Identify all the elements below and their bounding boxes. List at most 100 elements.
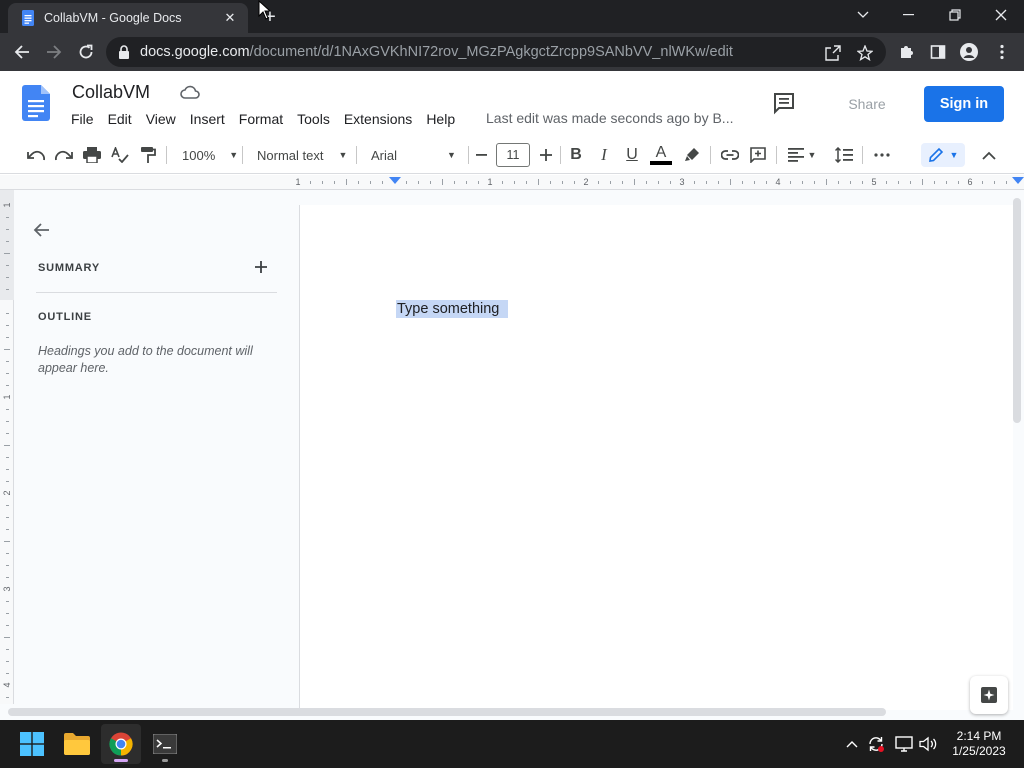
terminal-taskbar-button[interactable]	[145, 724, 185, 764]
vertical-ruler[interactable]: 1 1 2 3 4	[0, 190, 14, 704]
menu-tools[interactable]: Tools	[290, 109, 337, 129]
file-explorer-button[interactable]	[57, 724, 97, 764]
vertical-scrollbar[interactable]	[1013, 198, 1021, 423]
font-family-select[interactable]: Arial ▼	[371, 145, 456, 165]
ruler-tick	[418, 181, 419, 184]
underline-icon[interactable]: U	[620, 143, 644, 167]
undo-icon[interactable]	[24, 143, 48, 167]
vruler-tick	[6, 289, 9, 290]
ruler-tick	[898, 181, 899, 184]
font-size-input[interactable]: 11	[496, 143, 530, 167]
horizontal-ruler[interactable]: 1 1 2 3 4 5 6	[0, 175, 1024, 190]
bookmark-star-icon[interactable]	[856, 44, 874, 62]
increase-font-size-icon[interactable]	[534, 143, 558, 167]
menu-view[interactable]: View	[139, 109, 183, 129]
collapse-toolbar-chevron-icon[interactable]	[977, 143, 1001, 167]
zoom-select[interactable]: 100% ▼	[182, 145, 238, 165]
kebab-menu-icon[interactable]	[988, 38, 1016, 66]
document-page[interactable]: Type something	[299, 205, 1013, 710]
start-button[interactable]	[12, 724, 52, 764]
italic-icon[interactable]: I	[592, 143, 616, 167]
ruler-tick	[730, 179, 731, 185]
share-button[interactable]: Share	[818, 87, 916, 121]
comments-icon[interactable]	[772, 91, 796, 115]
side-panel-icon[interactable]	[924, 38, 952, 66]
toolbar-divider	[242, 146, 243, 164]
document-title[interactable]: CollabVM	[72, 82, 150, 103]
close-window-icon[interactable]	[978, 0, 1024, 30]
vruler-tick	[6, 673, 9, 674]
explore-button[interactable]	[970, 676, 1008, 714]
selected-body-text[interactable]: Type something	[396, 300, 509, 318]
redo-icon[interactable]	[52, 143, 76, 167]
left-indent-marker-icon	[389, 177, 401, 184]
last-edit-link[interactable]: Last edit was made seconds ago by B...	[486, 110, 733, 126]
restore-icon[interactable]	[932, 0, 978, 30]
extensions-puzzle-icon[interactable]	[892, 38, 920, 66]
mouse-cursor-icon	[258, 0, 272, 20]
chrome-taskbar-button[interactable]	[101, 724, 141, 764]
sign-in-button[interactable]: Sign in	[924, 86, 1004, 122]
more-options-icon[interactable]	[870, 143, 894, 167]
decrease-font-size-icon[interactable]	[470, 143, 494, 167]
menu-extensions[interactable]: Extensions	[337, 109, 419, 129]
lock-icon[interactable]	[118, 45, 130, 59]
add-summary-plus-icon[interactable]	[252, 258, 270, 276]
horizontal-scrollbar[interactable]	[8, 708, 886, 716]
ruler-tick	[658, 181, 659, 184]
tab-search-icon[interactable]	[840, 0, 886, 30]
url-input[interactable]: docs.google.com/document/d/1NAxGVKhNI72r…	[106, 37, 886, 67]
ruler-tick	[514, 181, 515, 184]
close-outline-arrow-icon[interactable]	[30, 218, 54, 242]
editing-mode-button[interactable]: ▼	[921, 143, 965, 167]
menu-insert[interactable]: Insert	[183, 109, 232, 129]
menu-edit[interactable]: Edit	[101, 109, 139, 129]
back-arrow-icon[interactable]	[8, 38, 36, 66]
outline-empty-hint: Headings you add to the document will ap…	[38, 344, 253, 375]
docs-logo-icon[interactable]	[22, 85, 50, 121]
profile-avatar-icon[interactable]	[955, 38, 983, 66]
bold-icon[interactable]: B	[564, 143, 588, 167]
text-color-icon[interactable]: A	[649, 143, 673, 167]
share-page-icon[interactable]	[824, 44, 842, 62]
ruler-tick	[610, 181, 611, 184]
menu-file[interactable]: File	[64, 109, 101, 129]
add-comment-icon[interactable]	[746, 143, 770, 167]
ruler-tick	[310, 181, 311, 184]
paint-format-icon[interactable]	[136, 143, 160, 167]
volume-speaker-icon[interactable]	[918, 734, 938, 754]
align-left-icon[interactable]: ▼	[786, 143, 818, 167]
menu-help[interactable]: Help	[419, 109, 462, 129]
highlight-color-icon[interactable]	[680, 143, 704, 167]
spellcheck-icon[interactable]	[108, 143, 132, 167]
ruler-label: 4	[775, 177, 780, 187]
ruler-tick	[550, 181, 551, 184]
print-icon[interactable]	[80, 143, 104, 167]
minimize-icon[interactable]	[886, 0, 932, 30]
tab-title: CollabVM - Google Docs	[44, 11, 182, 25]
tray-overflow-chevron-icon[interactable]	[842, 734, 862, 754]
forward-arrow-icon[interactable]	[40, 38, 68, 66]
network-monitor-icon[interactable]	[894, 734, 914, 754]
paragraph-style-select[interactable]: Normal text ▼	[257, 145, 347, 165]
ruler-tick	[346, 179, 347, 185]
insert-link-icon[interactable]	[718, 143, 742, 167]
windows-taskbar: 2:14 PM 1/25/2023	[0, 720, 1024, 768]
caret-down-icon: ▼	[949, 150, 959, 160]
reload-icon[interactable]	[72, 38, 100, 66]
line-spacing-icon[interactable]	[832, 143, 856, 167]
ruler-tick	[838, 181, 839, 184]
tab-close-icon[interactable]: ✕	[220, 8, 240, 28]
cloud-saved-icon[interactable]	[180, 84, 200, 102]
ruler-tick	[922, 179, 923, 185]
sync-status-icon[interactable]	[866, 734, 886, 754]
running-app-indicator	[162, 759, 168, 762]
vruler-label: 4	[2, 682, 12, 687]
ruler-tick	[826, 179, 827, 185]
vruler-tick	[6, 265, 9, 266]
browser-tab[interactable]: CollabVM - Google Docs ✕	[8, 3, 248, 33]
ruler-tick	[526, 181, 527, 184]
system-clock[interactable]: 2:14 PM 1/25/2023	[944, 729, 1014, 759]
menu-format[interactable]: Format	[232, 109, 290, 129]
summary-heading: SUMMARY	[38, 262, 101, 274]
